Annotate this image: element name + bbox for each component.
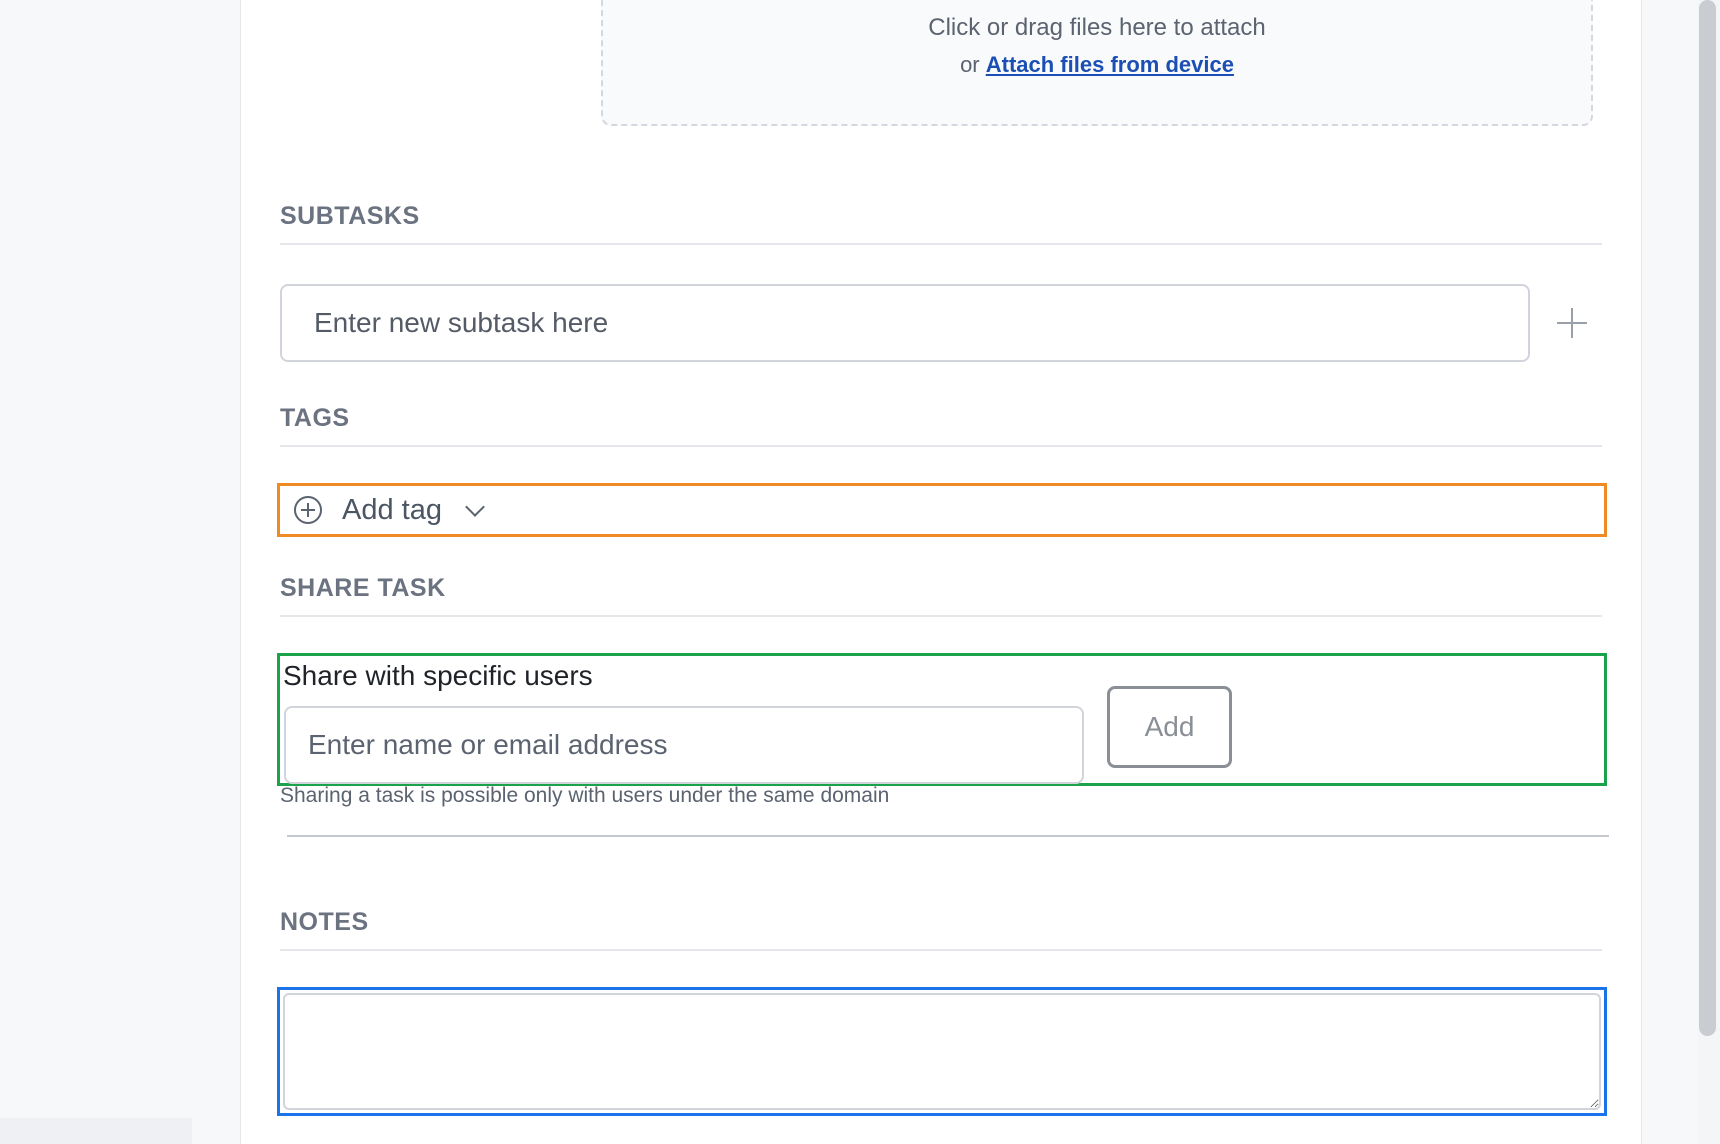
share-users-group: Share with specific users Add <box>277 653 1607 786</box>
tags-heading: TAGS <box>280 404 1602 447</box>
share-user-input[interactable] <box>284 706 1084 784</box>
notes-field-wrapper <box>277 987 1607 1116</box>
share-hint-text: Sharing a task is possible only with use… <box>280 784 890 807</box>
add-tag-button[interactable]: Add tag <box>277 483 1607 537</box>
scrollbar-thumb[interactable] <box>1699 0 1716 1036</box>
subtask-input[interactable] <box>280 284 1530 362</box>
share-add-button[interactable]: Add <box>1107 686 1232 768</box>
notes-textarea[interactable] <box>283 993 1601 1110</box>
plus-circle-icon <box>294 496 322 524</box>
add-subtask-plus-icon[interactable] <box>1552 304 1592 344</box>
attachment-dropzone[interactable]: Click or drag files here to attach or At… <box>601 0 1593 126</box>
subtasks-heading: SUBTASKS <box>280 202 1602 245</box>
share-label: Share with specific users <box>283 660 593 691</box>
dropzone-title: Click or drag files here to attach <box>928 14 1266 41</box>
page: Click or drag files here to attach or At… <box>0 0 1720 1144</box>
dropzone-subtext: or Attach files from device <box>603 52 1591 78</box>
left-footer-block <box>0 1118 192 1144</box>
dropzone-or-text: or <box>960 52 980 77</box>
attach-files-link[interactable]: Attach files from device <box>986 52 1234 77</box>
task-detail-panel <box>240 0 1642 1144</box>
chevron-down-icon <box>465 497 485 517</box>
notes-heading: NOTES <box>280 908 1602 951</box>
share-task-heading: SHARE TASK <box>280 574 1602 617</box>
divider <box>287 835 1609 837</box>
add-tag-label: Add tag <box>342 493 442 526</box>
